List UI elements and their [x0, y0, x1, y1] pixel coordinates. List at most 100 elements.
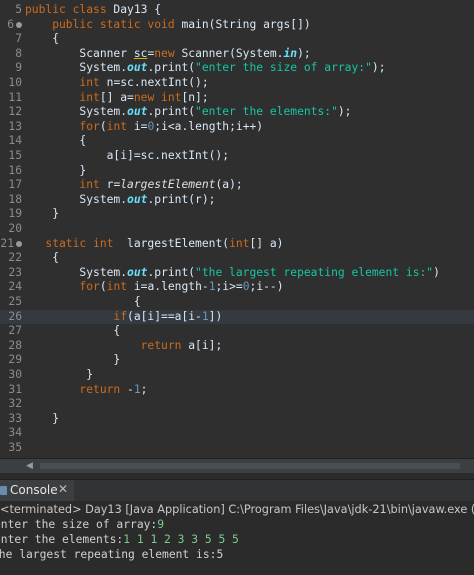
code-token: i=a.length-	[133, 280, 209, 294]
code-token: ;i>=	[215, 280, 243, 294]
code-line[interactable]: 34	[0, 426, 474, 441]
line-number: 27	[8, 324, 22, 338]
line-number: 33	[8, 411, 22, 425]
horizontal-scrollbar[interactable]: ◀	[0, 458, 474, 473]
code-line[interactable]: 7 {	[0, 32, 474, 47]
code-token: public static void	[25, 17, 182, 31]
code-text: }	[25, 164, 86, 179]
code-line[interactable]: 12 System.out.print("enter the elements:…	[0, 105, 474, 120]
console-line: enter the elements:1 1 1 2 3 3 5 5 5	[0, 532, 239, 547]
code-line[interactable]: 33 }	[0, 412, 474, 427]
code-editor[interactable]: 5 public class Day13 {6 public static voi…	[0, 0, 474, 458]
code-token: r=	[106, 178, 121, 192]
code-text: {	[25, 324, 120, 339]
line-number: 26	[8, 309, 22, 323]
console-icon	[0, 486, 7, 495]
code-line[interactable]: 13 for(int i=0;i<a.length;i++)	[0, 120, 474, 135]
code-text: int n=sc.nextInt();	[25, 76, 208, 91]
code-token: in	[283, 46, 298, 60]
code-line[interactable]: 27 {	[0, 324, 474, 339]
line-number: 24	[8, 280, 22, 294]
console-input: 9	[157, 518, 165, 531]
code-token: 1	[133, 382, 141, 396]
code-line[interactable]: 28 return a[i];	[0, 339, 474, 354]
code-line[interactable]: 25 {	[0, 295, 474, 310]
line-number: 20	[8, 222, 22, 235]
code-line[interactable]: 18 System.out.print(r);	[0, 193, 474, 208]
code-token: out	[127, 265, 148, 279]
line-number: 22	[8, 251, 22, 265]
code-text: static int largestElement(int[] a)	[25, 237, 283, 252]
code-token: }	[25, 411, 60, 425]
code-line[interactable]: 14 {	[0, 134, 474, 149]
scroll-left-arrow-icon[interactable]: ◀	[26, 461, 36, 471]
code-line[interactable]: 21 static int largestElement(int[] a)	[0, 237, 474, 252]
code-text: int[] a=new int[n];	[25, 90, 208, 106]
code-line[interactable]: 6 public static void main(String args[])	[0, 18, 474, 33]
code-line[interactable]: 35	[0, 441, 474, 456]
code-line[interactable]: 24 for(int i=a.length-1;i>=0;i--)	[0, 280, 474, 295]
code-text: }	[25, 412, 59, 427]
code-line[interactable]: 31 return -1;	[0, 383, 474, 398]
code-line[interactable]: 17 int r=largestElement(a);	[0, 178, 474, 193]
code-line[interactable]: 9 System.out.print("enter the size of ar…	[0, 61, 474, 76]
code-token: Scanner	[25, 46, 134, 60]
code-line[interactable]: 19 }	[0, 207, 474, 222]
code-line[interactable]: 5 public class Day13 {	[0, 3, 474, 18]
code-token: sc	[133, 46, 148, 60]
scrollbar-thumb[interactable]	[40, 463, 460, 469]
fold-marker-icon[interactable]	[16, 21, 22, 28]
code-token: (a);	[215, 178, 243, 192]
code-line[interactable]: 30 }	[0, 368, 474, 383]
code-token: return	[140, 338, 189, 352]
line-number: 32	[8, 397, 22, 411]
code-text: public static void main(String args[])	[25, 17, 310, 33]
code-token: public class	[25, 3, 114, 16]
code-text: for(int i=a.length-1;i>=0;i--)	[25, 280, 283, 295]
close-icon[interactable]: ✕	[58, 482, 68, 496]
code-line[interactable]: 20	[0, 222, 474, 237]
code-line[interactable]: 11 int[] a=new int[n];	[0, 91, 474, 106]
code-line[interactable]: 32	[0, 397, 474, 412]
code-token: "enter the size of array:"	[195, 61, 372, 75]
line-number: 12	[8, 105, 22, 119]
code-text: return a[i];	[25, 338, 223, 354]
code-token: }	[25, 163, 87, 177]
code-line[interactable]: 10 int n=sc.nextInt();	[0, 76, 474, 91]
code-line[interactable]: 26 if(a[i]==a[i-1])	[0, 309, 474, 325]
console-prompt: enter the size of array:	[0, 518, 158, 531]
code-token: int	[79, 90, 100, 104]
console-output[interactable]: <terminated> Day13 [Java Application] C:…	[0, 501, 474, 575]
code-token: largestElement	[120, 178, 216, 192]
line-number: 30	[8, 368, 22, 381]
code-line[interactable]: 23 System.out.print("the largest repeati…	[0, 266, 474, 281]
code-text: public class Day13 {	[25, 3, 161, 18]
code-line[interactable]: 8 Scanner sc=new Scanner(System.in);	[0, 47, 474, 62]
line-number: 10	[8, 76, 22, 89]
code-text: return -1;	[25, 383, 147, 398]
code-token: {	[25, 324, 121, 338]
code-token: largestElement(	[127, 236, 230, 250]
code-token: ;	[140, 382, 148, 396]
console-prompt: the largest repeating element is:5	[0, 548, 224, 561]
line-number: 29	[8, 353, 22, 367]
code-line[interactable]: 22 {	[0, 251, 474, 266]
console-prompt: enter the elements:	[0, 533, 124, 546]
code-text: System.out.print("enter the size of arra…	[25, 61, 385, 76]
code-line[interactable]: 15 a[i]=sc.nextInt();	[0, 149, 474, 164]
fold-marker-icon[interactable]	[16, 240, 22, 247]
code-token: {	[25, 295, 141, 308]
code-token: ;i<a.length;i++)	[154, 119, 264, 133]
code-token: )	[433, 265, 440, 279]
console-tab-label: Console	[10, 483, 58, 497]
code-text: }	[25, 207, 59, 222]
code-line[interactable]: 16 }	[0, 164, 474, 179]
code-text: }	[25, 353, 120, 368]
code-text: {	[25, 251, 59, 266]
code-line[interactable]: 29 }	[0, 353, 474, 368]
